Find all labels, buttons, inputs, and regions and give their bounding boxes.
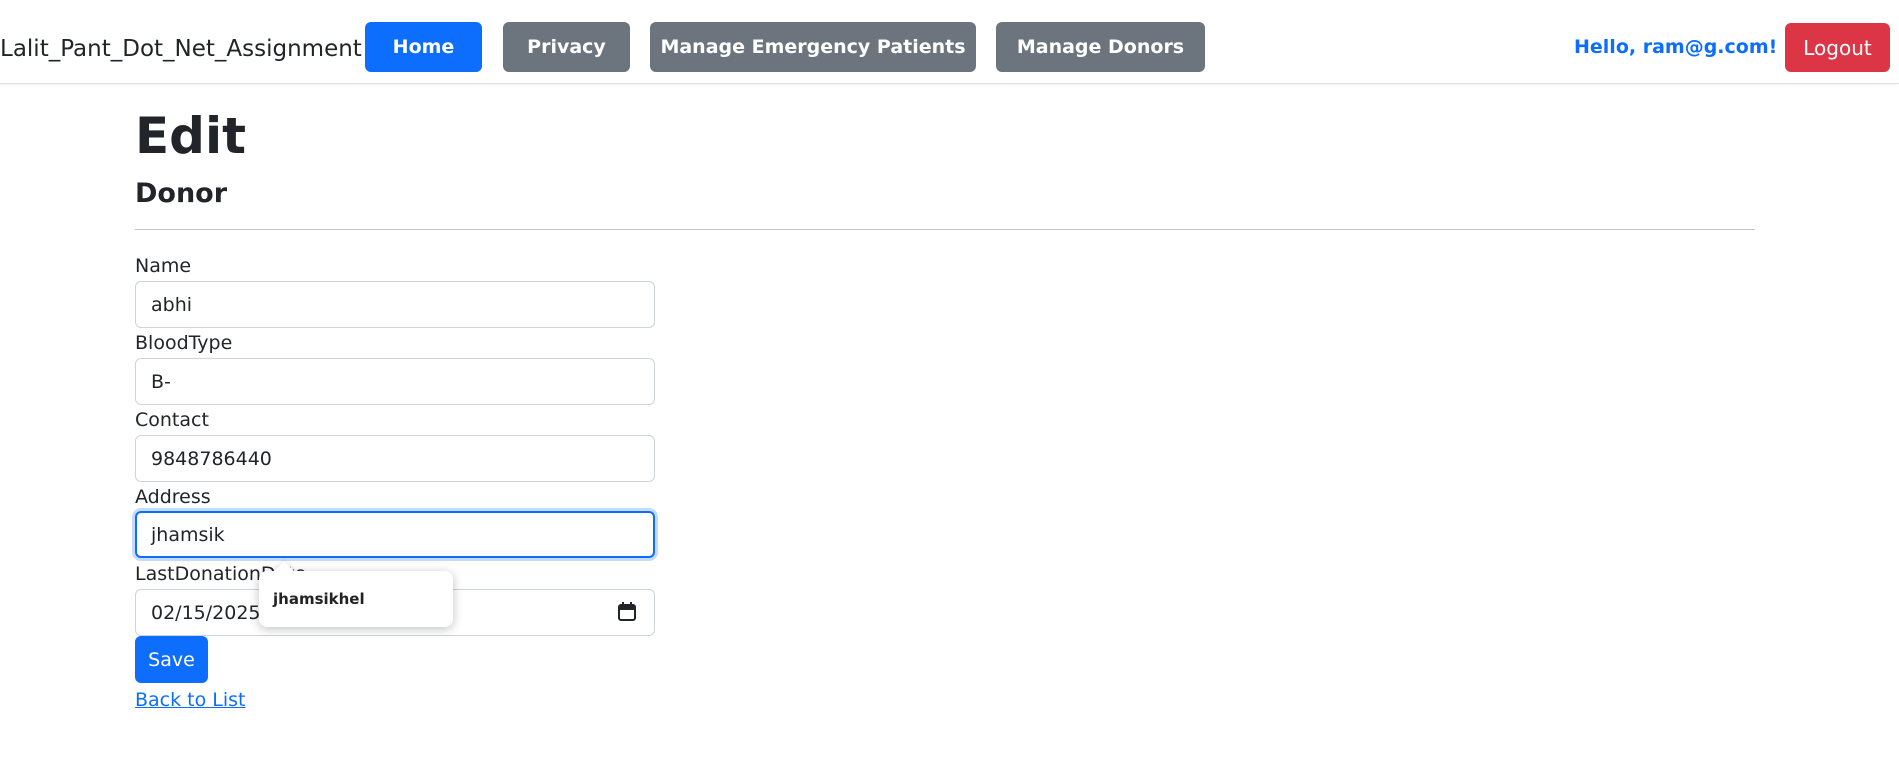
address-label: Address bbox=[135, 486, 211, 508]
top-navbar: Lalit_Pant_Dot_Net_Assignment Home Priva… bbox=[0, 0, 1899, 84]
user-greeting-link[interactable]: Hello, ram@g.com! bbox=[1574, 36, 1777, 58]
name-label: Name bbox=[135, 255, 192, 277]
divider bbox=[135, 229, 1755, 230]
address-input[interactable]: jhamsik bbox=[135, 511, 655, 558]
bloodtype-input[interactable]: B- bbox=[135, 358, 655, 405]
name-input-value: abhi bbox=[151, 293, 193, 316]
save-button[interactable]: Save bbox=[135, 636, 208, 683]
back-to-list-link[interactable]: Back to List bbox=[135, 688, 246, 712]
bloodtype-label: BloodType bbox=[135, 332, 233, 354]
contact-input-value: 9848786440 bbox=[151, 447, 272, 470]
bloodtype-input-value: B- bbox=[151, 370, 171, 393]
name-input[interactable]: abhi bbox=[135, 281, 655, 328]
autocomplete-suggestion[interactable]: jhamsikhel bbox=[273, 590, 365, 608]
nav-manage-emergency-patients-button[interactable]: Manage Emergency Patients bbox=[650, 22, 976, 72]
calendar-icon[interactable] bbox=[618, 602, 636, 622]
address-input-value: jhamsik bbox=[151, 523, 225, 546]
nav-home-button[interactable]: Home bbox=[365, 22, 482, 72]
lastdonationdate-input-value: 02/15/2025 bbox=[151, 601, 261, 624]
nav-privacy-button[interactable]: Privacy bbox=[503, 22, 630, 72]
brand-link[interactable]: Lalit_Pant_Dot_Net_Assignment bbox=[0, 33, 362, 65]
logout-button[interactable]: Logout bbox=[1785, 23, 1890, 72]
page-title: Edit bbox=[135, 107, 246, 165]
contact-label: Contact bbox=[135, 409, 209, 431]
contact-input[interactable]: 9848786440 bbox=[135, 435, 655, 482]
page-subtitle: Donor bbox=[135, 178, 228, 209]
address-autocomplete-dropdown[interactable]: jhamsikhel bbox=[259, 571, 453, 627]
nav-manage-donors-button[interactable]: Manage Donors bbox=[996, 22, 1205, 72]
